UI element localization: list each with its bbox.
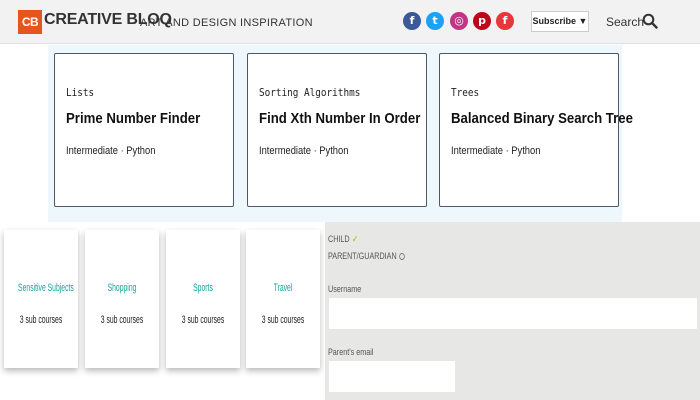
facebook-icon[interactable]: f (403, 12, 421, 30)
subject-count: 3 sub courses (100, 314, 144, 326)
subject-name[interactable]: Sports (180, 282, 226, 294)
subject-name[interactable]: Shopping (99, 282, 145, 294)
search-label[interactable]: Search (606, 15, 644, 29)
signup-form-panel: CHILD ✓ PARENT/GUARDIAN Username Parent's… (325, 222, 700, 400)
site-header: CB CREATIVE BLOQ ART AND DESIGN INSPIRAT… (0, 0, 700, 44)
course-cards-section: Lists Prime Number Finder Intermediate ·… (48, 45, 633, 222)
site-tagline: ART AND DESIGN INSPIRATION (140, 17, 313, 29)
subject-tile[interactable]: Sports 3 sub courses (166, 230, 240, 368)
subject-name[interactable]: Travel (260, 282, 306, 294)
instagram-icon[interactable]: ◎ (450, 12, 468, 30)
pinterest-icon[interactable]: p (473, 12, 491, 30)
option-child-label: CHILD (328, 234, 350, 244)
subject-count: 3 sub courses (19, 314, 63, 326)
flipboard-icon[interactable]: f (496, 12, 514, 30)
twitter-icon[interactable]: t (426, 12, 444, 30)
option-parent-label: PARENT/GUARDIAN (328, 251, 397, 261)
parent-email-field[interactable] (329, 361, 455, 392)
username-label: Username (328, 284, 362, 294)
course-title[interactable]: Find Xth Number In Order (259, 110, 420, 127)
subject-tile[interactable]: Travel 3 sub courses (246, 230, 320, 368)
course-title[interactable]: Balanced Binary Search Tree (451, 110, 633, 127)
subject-name[interactable]: Sensitive Subjects (18, 282, 74, 294)
subject-tile[interactable]: Sensitive Subjects 3 sub courses (4, 230, 78, 368)
search-icon[interactable] (642, 13, 658, 29)
subject-tile[interactable]: Shopping 3 sub courses (85, 230, 159, 368)
course-category: Lists (66, 86, 95, 99)
course-card[interactable]: Lists Prime Number Finder Intermediate ·… (54, 53, 234, 207)
course-meta: Intermediate · Python (259, 145, 349, 157)
course-category: Sorting Algorithms (259, 86, 361, 99)
course-meta: Intermediate · Python (66, 145, 156, 157)
subject-count: 3 sub courses (261, 314, 305, 326)
subject-count: 3 sub courses (181, 314, 225, 326)
course-category: Trees (451, 86, 480, 99)
username-field[interactable] (329, 298, 697, 329)
radio-icon[interactable] (399, 253, 405, 261)
course-title[interactable]: Prime Number Finder (66, 110, 200, 127)
option-parent[interactable]: PARENT/GUARDIAN (328, 251, 405, 261)
course-card[interactable]: Trees Balanced Binary Search Tree Interm… (439, 53, 633, 207)
option-child[interactable]: CHILD ✓ (328, 234, 358, 245)
check-icon[interactable]: ✓ (352, 234, 358, 245)
subscribe-button[interactable]: Subscribe ▼ (531, 11, 589, 32)
logo-mark[interactable]: CB (18, 10, 42, 34)
course-card[interactable]: Sorting Algorithms Find Xth Number In Or… (247, 53, 427, 207)
course-meta: Intermediate · Python (451, 145, 541, 157)
subject-tiles-section: Sensitive Subjects 3 sub courses Shoppin… (0, 222, 325, 400)
parent-email-label: Parent's email (328, 347, 374, 357)
